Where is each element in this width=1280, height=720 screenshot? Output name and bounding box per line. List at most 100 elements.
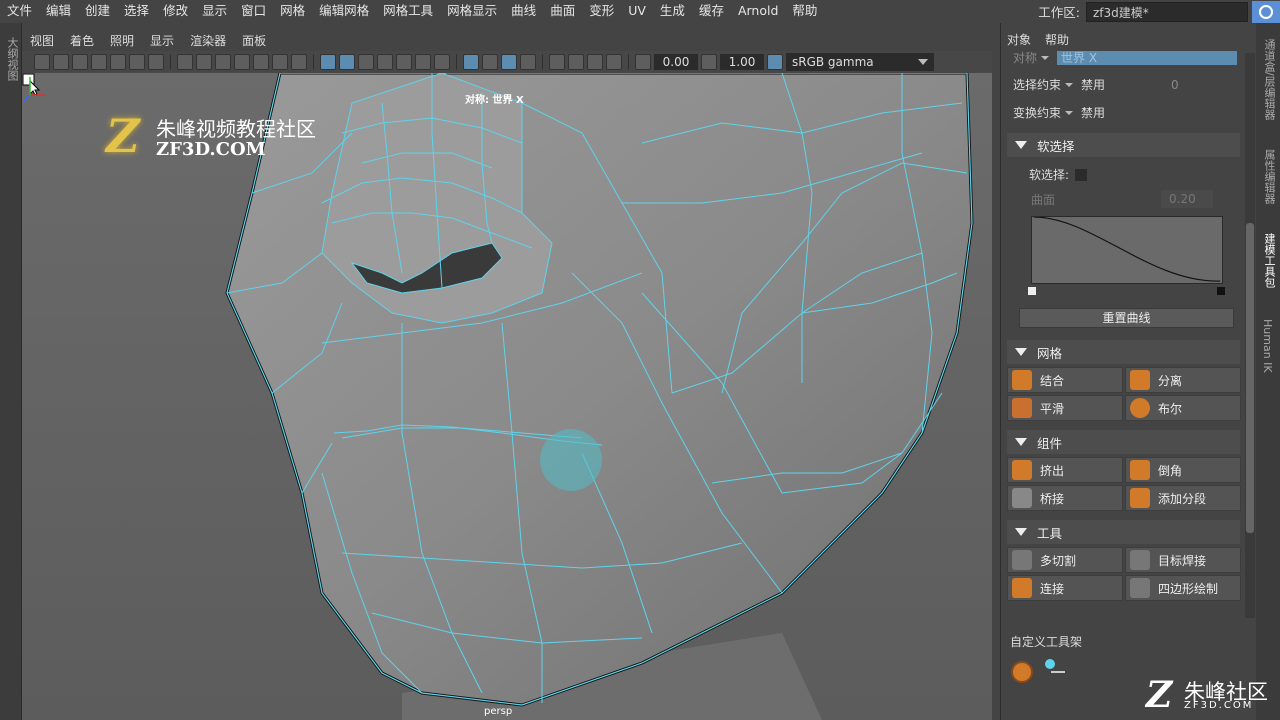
xray-icon[interactable] <box>377 54 393 70</box>
multi-cut-button[interactable]: 多切割 <box>1007 547 1123 573</box>
workspace-dropdown[interactable]: zf3d建模* <box>1086 1 1248 22</box>
xray-joints-icon[interactable] <box>568 54 584 70</box>
menu-arnold[interactable]: Arnold <box>731 0 785 23</box>
reset-curve-button[interactable]: 重置曲线 <box>1019 308 1234 328</box>
camera-select-icon[interactable] <box>34 54 50 70</box>
connect-button[interactable]: 连接 <box>1007 575 1123 601</box>
panel-menu-help[interactable]: 帮助 <box>1045 31 1069 48</box>
menu-generate[interactable]: 生成 <box>653 0 692 23</box>
menu-surfaces[interactable]: 曲面 <box>543 0 582 23</box>
camera-lock-icon[interactable] <box>53 54 69 70</box>
curve-point-left[interactable] <box>1028 287 1036 295</box>
menu-cache[interactable]: 缓存 <box>692 0 731 23</box>
bevel-button[interactable]: 倒角 <box>1125 457 1241 483</box>
bridge-button[interactable]: 桥接 <box>1007 485 1123 511</box>
workspace-button[interactable] <box>1252 0 1280 23</box>
film-gate-icon[interactable] <box>196 54 212 70</box>
separate-button[interactable]: 分离 <box>1125 367 1241 393</box>
shadows-icon[interactable] <box>434 54 450 70</box>
transform-constraint-value[interactable]: 禁用 <box>1081 104 1105 121</box>
add-divisions-button[interactable]: 添加分段 <box>1125 485 1241 511</box>
extrude-button[interactable]: 挤出 <box>1007 457 1123 483</box>
bookmark-icon[interactable] <box>91 54 107 70</box>
textured-icon[interactable] <box>396 54 412 70</box>
wireframe-shaded-icon[interactable] <box>320 54 336 70</box>
gamma-icon[interactable] <box>701 54 717 70</box>
vp-menu-shading[interactable]: 着色 <box>62 32 102 49</box>
menu-uv[interactable]: UV <box>621 0 653 23</box>
screen-ao-icon[interactable] <box>463 54 479 70</box>
soft-select-checkbox[interactable] <box>1075 168 1088 181</box>
menu-mesh-tools[interactable]: 网格工具 <box>376 0 440 23</box>
soft-select-header[interactable]: 软选择 <box>1007 133 1240 157</box>
panel-menu-object[interactable]: 对象 <box>1007 31 1031 48</box>
field-chart-icon[interactable] <box>253 54 269 70</box>
scrollbar-thumb[interactable] <box>1246 223 1254 533</box>
quad-draw-button[interactable]: 四边形绘制 <box>1125 575 1241 601</box>
motion-blur-icon[interactable] <box>482 54 498 70</box>
menu-mesh-display[interactable]: 网格显示 <box>440 0 504 23</box>
boolean-button[interactable]: 布尔 <box>1125 395 1241 421</box>
smooth-shade-icon[interactable] <box>339 54 355 70</box>
menu-help[interactable]: 帮助 <box>785 0 824 23</box>
menu-file[interactable]: 文件 <box>0 0 39 23</box>
default-material-icon[interactable] <box>358 54 374 70</box>
anti-alias-icon[interactable] <box>501 54 517 70</box>
tools-section-header[interactable]: 工具 <box>1007 520 1240 544</box>
2d-pan-icon[interactable] <box>129 54 145 70</box>
chevron-down-icon[interactable] <box>1065 110 1074 115</box>
exposure-icon[interactable] <box>635 54 651 70</box>
image-plane-icon[interactable] <box>110 54 126 70</box>
tab-human-ik[interactable]: Human IK <box>1261 319 1274 373</box>
grease-pencil-icon[interactable] <box>148 54 164 70</box>
tab-channel-box[interactable]: 通道盒/层编辑器 <box>1261 39 1277 120</box>
panel-scrollbar[interactable] <box>1245 53 1255 618</box>
menu-windows[interactable]: 窗口 <box>234 0 273 23</box>
menu-deform[interactable]: 变形 <box>582 0 621 23</box>
depth-of-field-icon[interactable] <box>520 54 536 70</box>
color-management-icon[interactable] <box>767 54 783 70</box>
menu-display[interactable]: 显示 <box>195 0 234 23</box>
curve-point-right[interactable] <box>1217 287 1225 295</box>
camera-attr-icon[interactable] <box>72 54 88 70</box>
vp-menu-lighting[interactable]: 照明 <box>102 32 142 49</box>
select-constraint-value[interactable]: 禁用 <box>1081 76 1105 93</box>
vp-menu-panels[interactable]: 面板 <box>234 32 274 49</box>
outliner-tab[interactable]: 大纲视图 <box>4 37 20 81</box>
menu-modify[interactable]: 修改 <box>156 0 195 23</box>
exposure-field[interactable]: 0.00 <box>654 54 698 70</box>
menu-edit-mesh[interactable]: 编辑网格 <box>312 0 376 23</box>
menu-mesh[interactable]: 网格 <box>273 0 312 23</box>
combine-button[interactable]: 结合 <box>1007 367 1123 393</box>
components-section-header[interactable]: 组件 <box>1007 430 1240 454</box>
menu-curves[interactable]: 曲线 <box>504 0 543 23</box>
falloff-value-field[interactable]: 0.20 <box>1161 190 1213 208</box>
shelf-tool-1-icon[interactable] <box>1011 661 1033 683</box>
shelf-tool-2-icon[interactable] <box>1043 659 1065 681</box>
tab-attribute-editor[interactable]: 属性编辑器 <box>1261 149 1277 204</box>
use-all-lights-icon[interactable] <box>415 54 431 70</box>
view-transform-dropdown[interactable]: sRGB gamma <box>786 53 934 71</box>
chevron-down-icon[interactable] <box>1065 82 1074 87</box>
vp-menu-show[interactable]: 显示 <box>142 32 182 49</box>
gamma-field[interactable]: 1.00 <box>720 54 764 70</box>
3d-viewport[interactable]: 对称: 世界 X Z 朱峰视频教程社区 ZF3D.COM persp <box>22 73 992 720</box>
target-weld-button[interactable]: 目标焊接 <box>1125 547 1241 573</box>
tab-modeling-toolkit[interactable]: 建模工具包 <box>1261 233 1277 288</box>
safe-action-icon[interactable] <box>272 54 288 70</box>
gate-mask-icon[interactable] <box>234 54 250 70</box>
falloff-curve-graph[interactable] <box>1031 216 1223 284</box>
resolution-gate-icon[interactable] <box>215 54 231 70</box>
falloff-mode-dropdown[interactable]: 曲面 <box>1031 191 1161 208</box>
smooth-button[interactable]: 平滑 <box>1007 395 1123 421</box>
menu-edit[interactable]: 编辑 <box>39 0 78 23</box>
backface-icon[interactable] <box>606 54 622 70</box>
symmetry-value[interactable]: 世界 X <box>1057 50 1238 65</box>
safe-title-icon[interactable] <box>291 54 307 70</box>
vp-menu-view[interactable]: 视图 <box>22 32 62 49</box>
xray-active-icon[interactable] <box>587 54 603 70</box>
grid-icon[interactable] <box>177 54 193 70</box>
menu-select[interactable]: 选择 <box>117 0 156 23</box>
menu-create[interactable]: 创建 <box>78 0 117 23</box>
mesh-section-header[interactable]: 网格 <box>1007 340 1240 364</box>
